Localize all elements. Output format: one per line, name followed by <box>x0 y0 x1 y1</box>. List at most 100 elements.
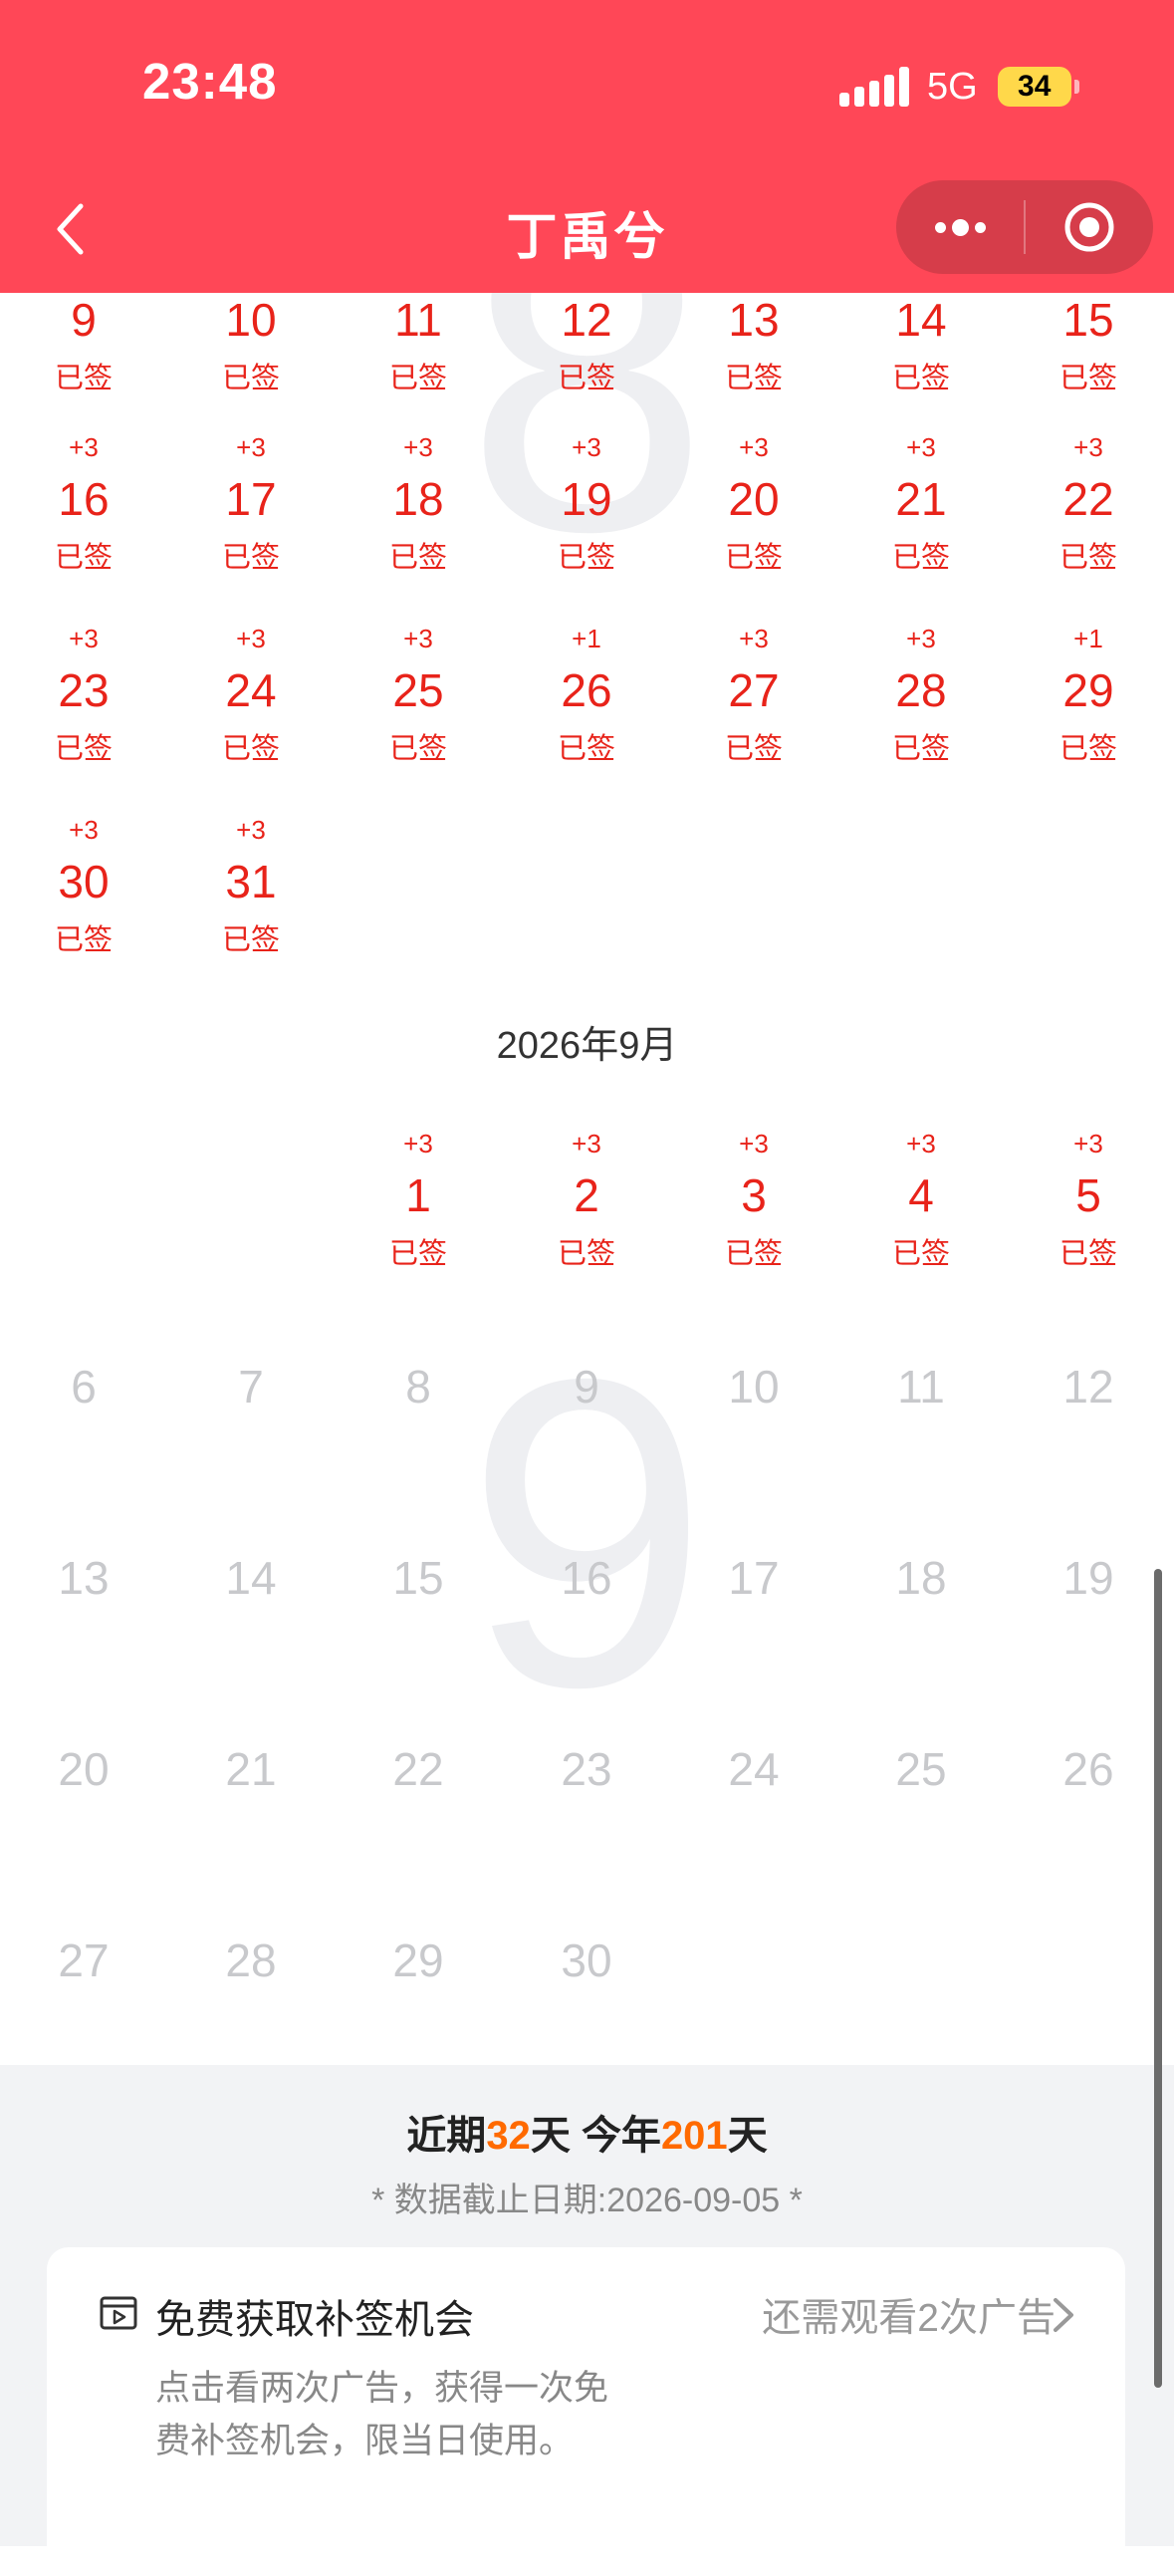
calendar-day[interactable]: +3 1 已签 <box>335 1129 502 1320</box>
calendar-day[interactable]: 13 <box>0 1511 167 1702</box>
close-mini-program-button[interactable] <box>1026 180 1153 274</box>
day-number: 10 <box>728 1361 780 1413</box>
calendar-day[interactable]: 30 <box>503 1894 670 2085</box>
calendar-day[interactable]: 19 <box>1005 1511 1172 1702</box>
signed-label: 已签 <box>388 363 447 394</box>
calendar-day[interactable]: +3 28 已签 <box>837 624 1005 815</box>
calendar-day[interactable]: 18 <box>837 1511 1005 1702</box>
signal-icon <box>839 67 909 107</box>
signed-label: 已签 <box>54 733 113 765</box>
day-number: 15 <box>392 1552 444 1604</box>
day-number: 4 <box>908 1169 934 1221</box>
signed-label: 已签 <box>221 733 280 765</box>
points-badge: +3 <box>403 432 433 462</box>
calendar-day[interactable]: +1 26 已签 <box>503 624 670 815</box>
calendar-day[interactable]: +1 29 已签 <box>1005 624 1172 815</box>
calendar-day[interactable]: +3 20 已签 <box>670 432 837 624</box>
calendar-day[interactable]: +3 23 已签 <box>0 624 167 815</box>
chevron-right-icon <box>1054 2298 1073 2332</box>
calendar-day[interactable]: +3 19 已签 <box>503 432 670 624</box>
calendar-day[interactable]: 25 <box>837 1702 1005 1894</box>
day-number: 20 <box>728 473 780 525</box>
calendar-day[interactable]: +3 21 已签 <box>837 432 1005 624</box>
calendar-week: +3 1 已签 +3 2 已签 +3 3 已签 +3 4 已签 +3 5 已签 <box>0 1129 1174 1320</box>
calendar-day[interactable]: 17 <box>670 1511 837 1702</box>
calendar-day[interactable]: 7 <box>167 1320 335 1511</box>
day-number: 27 <box>58 1934 110 1986</box>
day-number: 6 <box>71 1361 97 1413</box>
calendar-day[interactable]: +3 2 已签 <box>503 1129 670 1320</box>
calendar-day[interactable]: +3 4 已签 <box>837 1129 1005 1320</box>
calendar-day[interactable]: +3 5 已签 <box>1005 1129 1172 1320</box>
calendar-day[interactable]: +3 30 已签 <box>0 815 167 1006</box>
calendar-day[interactable]: 28 <box>167 1894 335 2085</box>
calendar-day[interactable]: 27 <box>0 1894 167 2085</box>
calendar-day[interactable]: 14 <box>167 1511 335 1702</box>
calendar-day[interactable]: 10 <box>670 1320 837 1511</box>
signed-label: 已签 <box>891 542 950 574</box>
day-number: 17 <box>225 473 277 525</box>
status-time: 23:48 <box>142 53 278 110</box>
recent-prefix: 近期 <box>406 2114 487 2158</box>
points-badge: +3 <box>403 1129 433 1159</box>
points-badge: +3 <box>69 624 99 653</box>
points-badge: +3 <box>572 432 601 462</box>
day-number: 3 <box>741 1169 767 1221</box>
day-number: 17 <box>728 1552 780 1604</box>
points-badge: +3 <box>1073 1129 1103 1159</box>
calendar-day[interactable]: 23 <box>503 1702 670 1894</box>
day-number: 20 <box>58 1743 110 1795</box>
calendar-day[interactable]: 12 <box>1005 1320 1172 1511</box>
recent-suffix: 天 <box>530 2114 571 2158</box>
signed-label: 已签 <box>557 733 615 765</box>
calendar-day[interactable]: 22 <box>335 1702 502 1894</box>
day-number: 29 <box>1062 664 1114 716</box>
calendar-day[interactable]: 9 <box>503 1320 670 1511</box>
calendar-day[interactable]: 8 <box>335 1320 502 1511</box>
target-icon <box>1064 202 1114 252</box>
watch-ad-link[interactable]: 还需观看2次广告 <box>762 2287 1056 2343</box>
calendar-day[interactable]: +3 31 已签 <box>167 815 335 1006</box>
calendar-day[interactable]: 6 <box>0 1320 167 1511</box>
card-description: 点击看两次广告，获得一次免费补签机会，限当日使用。 <box>155 2369 609 2460</box>
points-badge: +3 <box>236 624 266 653</box>
calendar-day[interactable]: 24 <box>670 1702 837 1894</box>
calendar-day[interactable]: 26 <box>1005 1702 1172 1894</box>
calendar-day[interactable]: +3 27 已签 <box>670 624 837 815</box>
points-badge: +3 <box>739 432 769 462</box>
calendar-day[interactable]: +3 16 已签 <box>0 432 167 624</box>
day-number: 24 <box>728 1743 780 1795</box>
calendar-day[interactable]: +3 3 已签 <box>670 1129 837 1320</box>
signed-label: 已签 <box>221 542 280 574</box>
calendar-day[interactable]: 15 <box>335 1511 502 1702</box>
points-badge: +3 <box>1073 432 1103 462</box>
signed-label: 已签 <box>724 1238 783 1270</box>
year-suffix: 天 <box>727 2114 768 2158</box>
signed-label: 已签 <box>388 1238 447 1270</box>
calendar-day[interactable]: +3 17 已签 <box>167 432 335 624</box>
calendar-day[interactable]: +3 25 已签 <box>335 624 502 815</box>
day-number: 12 <box>561 294 612 346</box>
calendar-day[interactable]: 29 <box>335 1894 502 2085</box>
day-number: 19 <box>1062 1552 1114 1604</box>
scrollbar[interactable] <box>1154 1569 1162 2388</box>
calendar-day[interactable]: 21 <box>167 1702 335 1894</box>
calendar-day[interactable]: 20 <box>0 1702 167 1894</box>
network-label: 5G <box>927 65 978 108</box>
recent-days: 32 <box>486 2114 531 2158</box>
ellipsis-dot <box>974 221 986 233</box>
signed-label: 已签 <box>724 363 783 394</box>
day-number: 28 <box>225 1934 277 1986</box>
more-button[interactable] <box>896 180 1024 274</box>
calendar-day[interactable]: +3 22 已签 <box>1005 432 1172 624</box>
calendar-day[interactable]: 16 <box>503 1511 670 1702</box>
points-badge: +1 <box>1073 624 1103 653</box>
calendar-day[interactable]: 11 <box>837 1320 1005 1511</box>
makeup-card[interactable]: 免费获取补签机会 还需观看2次广告 点击看两次广告，获得一次免费补签机会，限当日… <box>47 2247 1125 2576</box>
calendar-week: +3 30 已签 +3 31 已签 <box>0 815 1174 1006</box>
calendar-day[interactable]: +3 18 已签 <box>335 432 502 624</box>
calendar-day[interactable]: +3 24 已签 <box>167 624 335 815</box>
signed-label: 已签 <box>1058 542 1117 574</box>
signed-label: 已签 <box>1058 733 1117 765</box>
signed-label: 已签 <box>1058 1238 1117 1270</box>
